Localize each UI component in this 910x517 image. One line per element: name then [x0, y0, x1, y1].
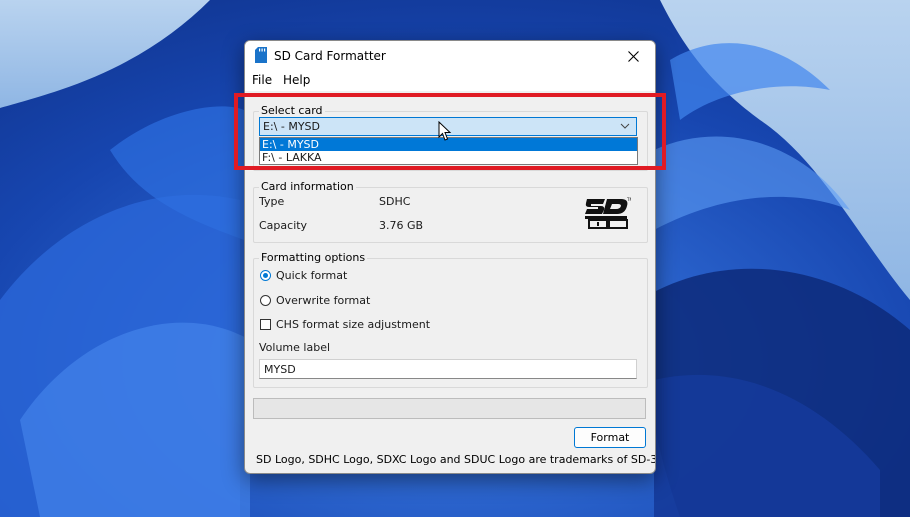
close-button[interactable]: [611, 41, 655, 71]
menu-file[interactable]: File: [252, 73, 272, 87]
formatting-options-label: Formatting options: [259, 251, 368, 264]
overwrite-format-label[interactable]: Overwrite format: [276, 294, 370, 307]
sdhc-logo: TM: [585, 197, 631, 229]
window-title: SD Card Formatter: [274, 49, 386, 63]
capacity-label: Capacity: [259, 219, 308, 232]
chs-format-checkbox[interactable]: [260, 319, 271, 330]
capacity-value: 3.76 GB: [379, 219, 424, 232]
sd-card-icon: [255, 47, 267, 63]
chevron-down-icon: [620, 123, 630, 129]
format-progress-bar: [253, 398, 646, 419]
close-icon: [627, 50, 639, 62]
menu-help[interactable]: Help: [283, 73, 310, 87]
format-button[interactable]: Format: [574, 427, 646, 448]
type-label: Type: [259, 195, 285, 208]
volume-label-input[interactable]: [259, 359, 637, 379]
select-card-value: E:\ - MYSD: [263, 120, 320, 133]
svg-text:TM: TM: [626, 197, 631, 202]
quick-format-radio[interactable]: [260, 270, 271, 281]
mouse-cursor-icon: [438, 121, 452, 141]
overwrite-format-radio[interactable]: [260, 295, 271, 306]
card-information-label: Card information: [259, 180, 356, 193]
volume-label-caption: Volume label: [259, 341, 331, 354]
menu-bar: File Help: [245, 71, 655, 91]
dropdown-option-f-lakka[interactable]: F:\ - LAKKA: [260, 151, 637, 164]
title-bar: SD Card Formatter: [245, 41, 655, 71]
sd-card-formatter-window: SD Card Formatter File Help Select card …: [244, 40, 656, 474]
chs-format-label[interactable]: CHS format size adjustment: [276, 318, 430, 331]
trademark-notice: SD Logo, SDHC Logo, SDXC Logo and SDUC L…: [256, 453, 656, 466]
select-card-label: Select card: [259, 104, 325, 117]
type-value: SDHC: [379, 195, 411, 208]
quick-format-label[interactable]: Quick format: [276, 269, 347, 282]
